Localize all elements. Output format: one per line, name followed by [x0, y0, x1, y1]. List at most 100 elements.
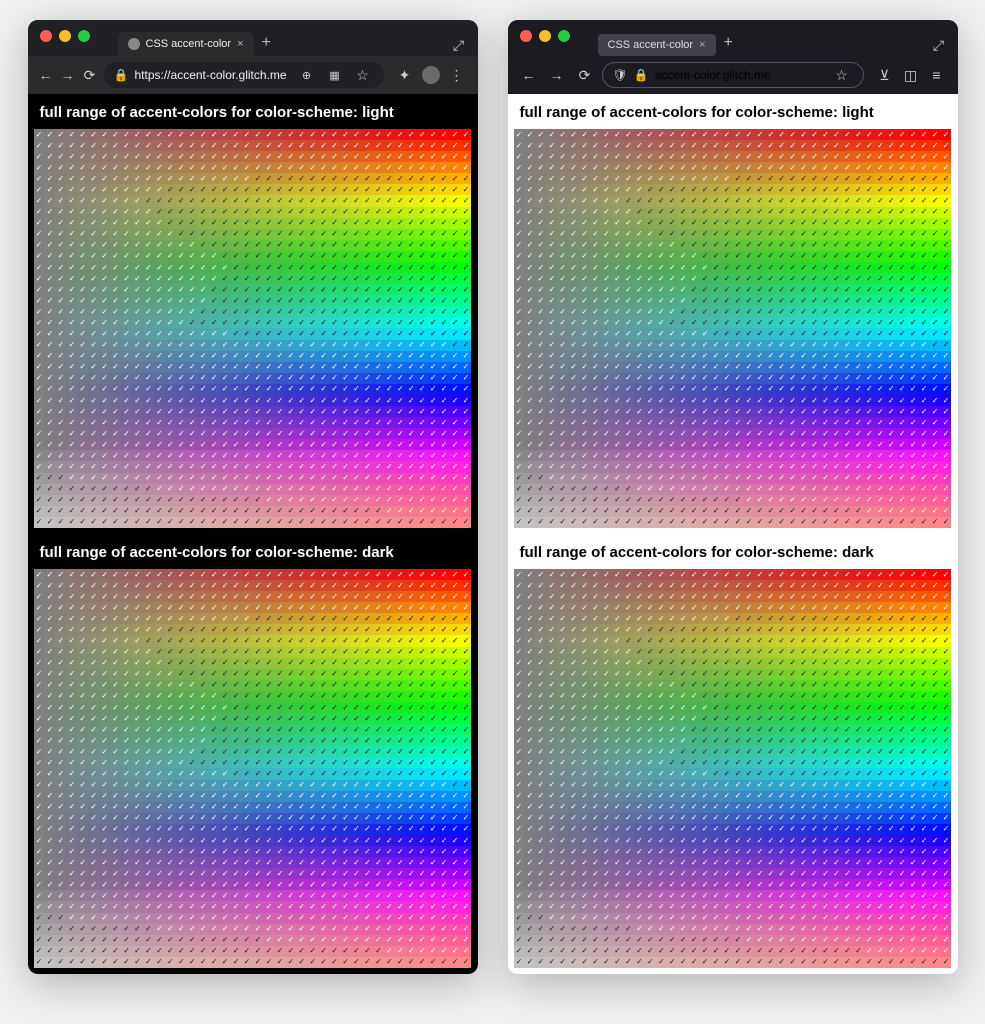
accent-checkbox[interactable]: ✓: [875, 591, 886, 602]
address-bar[interactable]: 🔒 ⊕ ▦ ☆: [104, 62, 384, 88]
accent-checkbox[interactable]: ✓: [176, 846, 187, 857]
accent-checkbox[interactable]: ✓: [110, 340, 121, 351]
accent-checkbox[interactable]: ✓: [656, 162, 667, 173]
accent-checkbox[interactable]: ✓: [88, 207, 99, 218]
accent-checkbox[interactable]: ✓: [546, 713, 557, 724]
accent-checkbox[interactable]: ✓: [809, 517, 820, 528]
accent-checkbox[interactable]: ✓: [242, 273, 253, 284]
accent-checkbox[interactable]: ✓: [198, 517, 209, 528]
accent-checkbox[interactable]: ✓: [689, 428, 700, 439]
accent-checkbox[interactable]: ✓: [198, 846, 209, 857]
accent-checkbox[interactable]: ✓: [406, 702, 417, 713]
accent-checkbox[interactable]: ✓: [417, 569, 428, 580]
accent-checkbox[interactable]: ✓: [373, 868, 384, 879]
accent-checkbox[interactable]: ✓: [99, 846, 110, 857]
accent-checkbox[interactable]: ✓: [165, 173, 176, 184]
accent-checkbox[interactable]: ✓: [897, 569, 908, 580]
accent-checkbox[interactable]: ✓: [198, 129, 209, 140]
accent-checkbox[interactable]: ✓: [99, 901, 110, 912]
accent-checkbox[interactable]: ✓: [428, 384, 439, 395]
accent-checkbox[interactable]: ✓: [689, 251, 700, 262]
accent-checkbox[interactable]: ✓: [590, 591, 601, 602]
forward-button[interactable]: →: [546, 64, 568, 86]
accent-checkbox[interactable]: ✓: [99, 373, 110, 384]
accent-checkbox[interactable]: ✓: [601, 273, 612, 284]
accent-checkbox[interactable]: ✓: [524, 218, 535, 229]
accent-checkbox[interactable]: ✓: [274, 824, 285, 835]
accent-checkbox[interactable]: ✓: [285, 802, 296, 813]
accent-checkbox[interactable]: ✓: [853, 506, 864, 517]
accent-checkbox[interactable]: ✓: [143, 713, 154, 724]
accent-checkbox[interactable]: ✓: [77, 669, 88, 680]
accent-checkbox[interactable]: ✓: [55, 473, 66, 484]
accent-checkbox[interactable]: ✓: [384, 913, 395, 924]
accent-checkbox[interactable]: ✓: [252, 691, 263, 702]
accent-checkbox[interactable]: ✓: [187, 484, 198, 495]
accent-checkbox[interactable]: ✓: [711, 351, 722, 362]
accent-checkbox[interactable]: ✓: [623, 340, 634, 351]
accent-checkbox[interactable]: ✓: [601, 658, 612, 669]
accent-checkbox[interactable]: ✓: [209, 935, 220, 946]
accent-checkbox[interactable]: ✓: [285, 495, 296, 506]
accent-checkbox[interactable]: ✓: [263, 373, 274, 384]
accent-checkbox[interactable]: ✓: [285, 484, 296, 495]
accent-checkbox[interactable]: ✓: [34, 417, 45, 428]
accent-checkbox[interactable]: ✓: [34, 846, 45, 857]
accent-checkbox[interactable]: ✓: [546, 195, 557, 206]
accent-checkbox[interactable]: ✓: [428, 647, 439, 658]
accent-checkbox[interactable]: ✓: [176, 658, 187, 669]
accent-checkbox[interactable]: ✓: [831, 195, 842, 206]
accent-checkbox[interactable]: ✓: [220, 229, 231, 240]
accent-checkbox[interactable]: ✓: [439, 613, 450, 624]
accent-checkbox[interactable]: ✓: [579, 207, 590, 218]
accent-checkbox[interactable]: ✓: [722, 580, 733, 591]
accent-checkbox[interactable]: ✓: [722, 647, 733, 658]
accent-checkbox[interactable]: ✓: [439, 935, 450, 946]
accent-checkbox[interactable]: ✓: [252, 824, 263, 835]
accent-checkbox[interactable]: ✓: [678, 284, 689, 295]
accent-checkbox[interactable]: ✓: [165, 351, 176, 362]
accent-checkbox[interactable]: ✓: [689, 635, 700, 646]
accent-checkbox[interactable]: ✓: [428, 890, 439, 901]
accent-checkbox[interactable]: ✓: [44, 506, 55, 517]
accent-checkbox[interactable]: ✓: [165, 624, 176, 635]
accent-checkbox[interactable]: ✓: [77, 946, 88, 957]
accent-checkbox[interactable]: ✓: [842, 240, 853, 251]
accent-checkbox[interactable]: ✓: [722, 295, 733, 306]
accent-checkbox[interactable]: ✓: [143, 780, 154, 791]
accent-checkbox[interactable]: ✓: [187, 495, 198, 506]
accent-checkbox[interactable]: ✓: [667, 506, 678, 517]
accent-checkbox[interactable]: ✓: [612, 184, 623, 195]
accent-checkbox[interactable]: ✓: [77, 317, 88, 328]
accent-checkbox[interactable]: ✓: [568, 647, 579, 658]
accent-checkbox[interactable]: ✓: [34, 669, 45, 680]
accent-checkbox[interactable]: ✓: [908, 295, 919, 306]
accent-checkbox[interactable]: ✓: [198, 428, 209, 439]
accent-checkbox[interactable]: ✓: [88, 306, 99, 317]
accent-checkbox[interactable]: ✓: [524, 724, 535, 735]
accent-checkbox[interactable]: ✓: [524, 306, 535, 317]
accent-checkbox[interactable]: ✓: [634, 284, 645, 295]
accent-checkbox[interactable]: ✓: [88, 658, 99, 669]
accent-checkbox[interactable]: ✓: [656, 602, 667, 613]
accent-checkbox[interactable]: ✓: [820, 251, 831, 262]
accent-checkbox[interactable]: ✓: [722, 284, 733, 295]
accent-checkbox[interactable]: ✓: [198, 251, 209, 262]
accent-checkbox[interactable]: ✓: [231, 406, 242, 417]
accent-checkbox[interactable]: ✓: [428, 295, 439, 306]
accent-checkbox[interactable]: ✓: [634, 317, 645, 328]
accent-checkbox[interactable]: ✓: [524, 506, 535, 517]
accent-checkbox[interactable]: ✓: [143, 317, 154, 328]
accent-checkbox[interactable]: ✓: [110, 957, 121, 968]
accent-checkbox[interactable]: ✓: [590, 417, 601, 428]
accent-checkbox[interactable]: ✓: [700, 473, 711, 484]
accent-checkbox[interactable]: ✓: [590, 724, 601, 735]
accent-checkbox[interactable]: ✓: [406, 417, 417, 428]
accent-checkbox[interactable]: ✓: [143, 835, 154, 846]
accent-checkbox[interactable]: ✓: [176, 195, 187, 206]
accent-checkbox[interactable]: ✓: [187, 935, 198, 946]
accent-checkbox[interactable]: ✓: [612, 569, 623, 580]
accent-checkbox[interactable]: ✓: [165, 691, 176, 702]
accent-checkbox[interactable]: ✓: [99, 658, 110, 669]
accent-checkbox[interactable]: ✓: [209, 768, 220, 779]
